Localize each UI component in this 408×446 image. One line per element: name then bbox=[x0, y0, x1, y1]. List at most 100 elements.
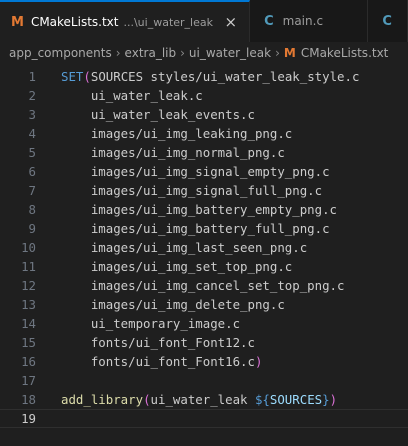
code-line[interactable]: 15 fonts/ui_font_Font12.c bbox=[0, 333, 408, 352]
code-text: fonts/ui_font_Font16.c) bbox=[61, 352, 263, 371]
code-text: images/ui_img_leaking_png.c bbox=[61, 124, 292, 143]
tab-partial[interactable]: C bbox=[368, 0, 408, 42]
line-number: 6 bbox=[28, 164, 36, 179]
code-text: fonts/ui_font_Font12.c bbox=[61, 333, 255, 352]
c-file-icon: C bbox=[264, 13, 274, 29]
code-token: ( bbox=[143, 392, 151, 407]
code-token: fonts/ui_font_Font16.c bbox=[90, 354, 255, 369]
line-number: 5 bbox=[28, 145, 36, 160]
code-token: ui_temporary_image.c bbox=[90, 316, 241, 331]
code-token: images/ui_img_set_top_png.c bbox=[90, 259, 293, 274]
close-icon[interactable]: × bbox=[225, 13, 238, 31]
code-line[interactable]: 4 images/ui_img_leaking_png.c bbox=[0, 124, 408, 143]
code-line[interactable]: 13 images/ui_img_delete_png.c bbox=[0, 295, 408, 314]
editor-tab-bar: M CMakeLists.txt ...\ui_water_leak × C m… bbox=[0, 0, 408, 42]
code-token: SET bbox=[61, 69, 84, 84]
code-text: images/ui_img_signal_empty_png.c bbox=[61, 162, 330, 181]
tab-description: ...\ui_water_leak bbox=[123, 15, 213, 29]
breadcrumb: app_components › extra_lib › ui_water_le… bbox=[0, 42, 408, 64]
chevron-right-icon: › bbox=[275, 46, 280, 60]
code-token: images/ui_img_normal_png.c bbox=[90, 145, 285, 160]
code-token: images/ui_img_delete_png.c bbox=[90, 297, 285, 312]
line-number: 4 bbox=[28, 126, 36, 141]
code-editor[interactable]: 1 SET(SOURCES styles/ui_water_leak_style.… bbox=[0, 64, 408, 446]
line-number: 8 bbox=[28, 202, 36, 217]
cmake-file-icon: M bbox=[11, 14, 24, 30]
code-text: images/ui_img_cancel_set_top_png.c bbox=[61, 276, 345, 295]
code-line[interactable]: 12 images/ui_img_cancel_set_top_png.c bbox=[0, 276, 408, 295]
code-token: ui_water_leak bbox=[150, 392, 255, 407]
code-text: images/ui_img_battery_empty_png.c bbox=[61, 200, 337, 219]
line-number: 2 bbox=[28, 88, 36, 103]
breadcrumb-item-extra-lib[interactable]: extra_lib bbox=[125, 46, 177, 60]
code-token: SOURCES styles/ui_water_leak_style.c bbox=[90, 69, 360, 84]
tab-label: CMakeLists.txt bbox=[30, 15, 119, 29]
code-line[interactable]: 11 images/ui_img_set_top_png.c bbox=[0, 257, 408, 276]
code-line[interactable]: 19 bbox=[0, 409, 408, 428]
line-number: 15 bbox=[21, 335, 36, 350]
c-file-icon: C bbox=[382, 13, 392, 29]
code-token: images/ui_img_cancel_set_top_png.c bbox=[90, 278, 345, 293]
line-number: 18 bbox=[21, 392, 36, 407]
line-number: 9 bbox=[28, 221, 36, 236]
code-line[interactable]: 1 SET(SOURCES styles/ui_water_leak_style.… bbox=[0, 67, 408, 86]
code-token: images/ui_img_last_seen_png.c bbox=[90, 240, 308, 255]
cmake-file-icon: M bbox=[283, 46, 296, 60]
breadcrumb-item-ui-water-leak[interactable]: ui_water_leak bbox=[189, 46, 271, 60]
code-text: images/ui_img_signal_full_png.c bbox=[61, 181, 322, 200]
code-text: ui_water_leak.c bbox=[61, 86, 203, 105]
chevron-right-icon: › bbox=[115, 46, 121, 60]
code-text: images/ui_img_normal_png.c bbox=[61, 143, 285, 162]
code-text: add_library(ui_water_leak ${SOURCES}) bbox=[61, 390, 337, 409]
code-token: ui_water_leak.c bbox=[90, 88, 203, 103]
code-token: ) bbox=[329, 392, 338, 407]
code-line[interactable]: 9 images/ui_img_battery_full_png.c bbox=[0, 219, 408, 238]
code-line[interactable]: 8 images/ui_img_battery_empty_png.c bbox=[0, 200, 408, 219]
code-line[interactable]: 10 images/ui_img_last_seen_png.c bbox=[0, 238, 408, 257]
line-number: 12 bbox=[21, 278, 36, 293]
line-number: 10 bbox=[21, 240, 36, 255]
code-text: images/ui_img_delete_png.c bbox=[61, 295, 285, 314]
code-line[interactable]: 18 add_library(ui_water_leak ${SOURCES}) bbox=[0, 390, 408, 409]
tab-label: main.c bbox=[282, 14, 324, 28]
line-number: 11 bbox=[21, 259, 36, 274]
code-token: images/ui_img_leaking_png.c bbox=[90, 126, 293, 141]
code-token: images/ui_img_signal_full_png.c bbox=[90, 183, 323, 198]
code-token: images/ui_img_battery_empty_png.c bbox=[90, 202, 338, 217]
code-line[interactable]: 3 ui_water_leak_events.c bbox=[0, 105, 408, 124]
code-token: } bbox=[322, 392, 330, 407]
line-number: 16 bbox=[21, 354, 36, 369]
line-number: 3 bbox=[28, 107, 36, 122]
code-line[interactable]: 14 ui_temporary_image.c bbox=[0, 314, 408, 333]
code-text: ui_water_leak_events.c bbox=[61, 105, 255, 124]
code-token: SOURCES bbox=[269, 392, 323, 407]
code-line[interactable]: 17 bbox=[0, 371, 408, 390]
line-number: 13 bbox=[21, 297, 36, 312]
code-line[interactable]: 5 images/ui_img_normal_png.c bbox=[0, 143, 408, 162]
tab-main-c[interactable]: C main.c bbox=[250, 0, 369, 42]
code-text: images/ui_img_last_seen_png.c bbox=[61, 238, 307, 257]
code-line[interactable]: 2 ui_water_leak.c bbox=[0, 86, 408, 105]
line-number: 19 bbox=[21, 411, 36, 426]
code-token: ${ bbox=[254, 392, 270, 407]
chevron-right-icon: › bbox=[180, 46, 185, 60]
code-token: fonts/ui_font_Font12.c bbox=[90, 335, 255, 350]
code-token: ( bbox=[83, 69, 91, 84]
code-token: add_library bbox=[61, 392, 144, 407]
line-number: 17 bbox=[21, 373, 36, 388]
code-token: ui_water_leak_events.c bbox=[90, 107, 255, 122]
breadcrumb-item-app-components[interactable]: app_components bbox=[9, 46, 112, 60]
line-number: 14 bbox=[21, 316, 36, 331]
code-line[interactable]: 6 images/ui_img_signal_empty_png.c bbox=[0, 162, 408, 181]
code-text: ui_temporary_image.c bbox=[61, 314, 240, 333]
code-line[interactable]: 7 images/ui_img_signal_full_png.c bbox=[0, 181, 408, 200]
tab-cmakelists[interactable]: M CMakeLists.txt ...\ui_water_leak × bbox=[0, 0, 251, 42]
code-text: images/ui_img_battery_full_png.c bbox=[61, 219, 330, 238]
code-line[interactable]: 16 fonts/ui_font_Font16.c) bbox=[0, 352, 408, 371]
code-text: SET(SOURCES styles/ui_water_leak_style.c bbox=[61, 67, 359, 86]
code-token: ) bbox=[254, 354, 263, 369]
breadcrumb-item-file[interactable]: CMakeLists.txt bbox=[301, 46, 389, 60]
code-token: images/ui_img_battery_full_png.c bbox=[90, 221, 330, 236]
line-number: 1 bbox=[28, 69, 36, 84]
code-token: images/ui_img_signal_empty_png.c bbox=[90, 164, 330, 179]
